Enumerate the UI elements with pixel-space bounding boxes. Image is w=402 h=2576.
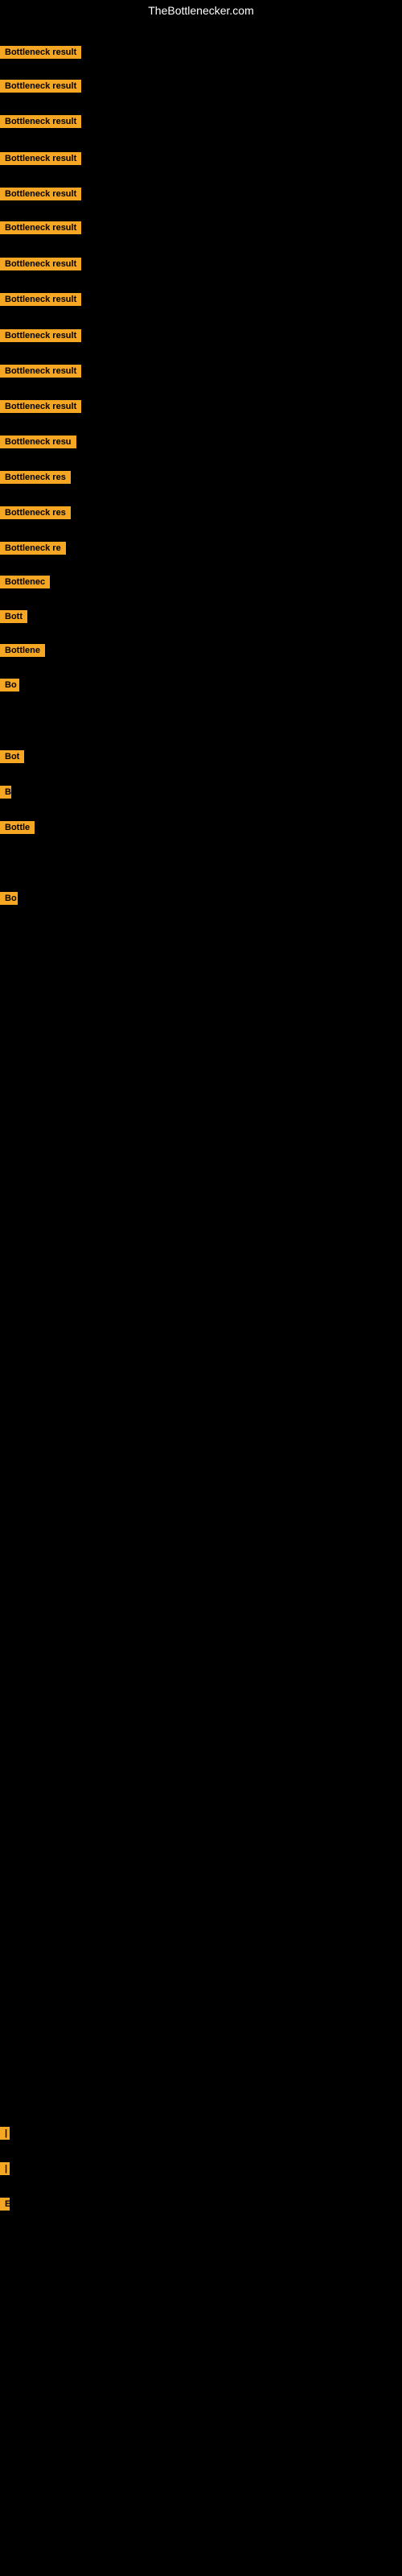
- bottleneck-badge[interactable]: Bo: [0, 679, 19, 691]
- bottleneck-badge[interactable]: Bottleneck result: [0, 152, 81, 165]
- bottleneck-badge-container: Bottleneck re: [0, 542, 66, 559]
- bottleneck-badge[interactable]: Bottleneck result: [0, 221, 81, 234]
- bottleneck-badge-container: Bottleneck res: [0, 471, 71, 488]
- bottleneck-badge-container: Bottleneck result: [0, 80, 81, 97]
- bottleneck-badge-container: Bottlene: [0, 644, 45, 661]
- bottleneck-badge[interactable]: E: [0, 2198, 10, 2211]
- bottleneck-badge[interactable]: Bott: [0, 610, 27, 623]
- bottleneck-badge-container: Bottleneck result: [0, 258, 81, 275]
- bottleneck-badge[interactable]: Bo: [0, 892, 18, 905]
- bottleneck-badge-container: |: [0, 2162, 10, 2179]
- bottleneck-badge-container: Bottle: [0, 821, 35, 838]
- bottleneck-badge[interactable]: Bottleneck result: [0, 46, 81, 59]
- bottleneck-badge-container: Bottleneck result: [0, 293, 81, 310]
- bottleneck-badge[interactable]: Bottleneck re: [0, 542, 66, 555]
- bottleneck-badge[interactable]: Bottleneck result: [0, 80, 81, 93]
- bottleneck-badge-container: Bottlenec: [0, 576, 50, 592]
- site-title: TheBottlenecker.com: [0, 0, 402, 21]
- bottleneck-badge-container: B: [0, 786, 11, 803]
- bottleneck-badge[interactable]: Bottleneck result: [0, 258, 81, 270]
- bottleneck-badge-container: Bottleneck result: [0, 46, 81, 63]
- bottleneck-badge[interactable]: Bottleneck resu: [0, 436, 76, 448]
- bottleneck-badge[interactable]: Bottleneck result: [0, 293, 81, 306]
- bottleneck-badge-container: Bottleneck result: [0, 221, 81, 238]
- bottleneck-badge-container: Bot: [0, 750, 24, 767]
- bottleneck-badge-container: Bottleneck result: [0, 152, 81, 169]
- bottleneck-badge[interactable]: Bottleneck result: [0, 400, 81, 413]
- bottleneck-badge-container: Bo: [0, 679, 19, 696]
- bottleneck-badge[interactable]: Bot: [0, 750, 24, 763]
- bottleneck-badge[interactable]: Bottleneck res: [0, 471, 71, 484]
- bottleneck-badge-container: E: [0, 2198, 10, 2215]
- bottleneck-badge[interactable]: Bottleneck res: [0, 506, 71, 519]
- bottleneck-badge-container: Bottleneck result: [0, 115, 81, 132]
- bottleneck-badge-container: Bottleneck result: [0, 400, 81, 417]
- bottleneck-badge-container: Bo: [0, 892, 18, 909]
- bottleneck-badge[interactable]: |: [0, 2162, 10, 2175]
- bottleneck-badge[interactable]: Bottlene: [0, 644, 45, 657]
- bottleneck-badge-container: Bottleneck result: [0, 188, 81, 204]
- bottleneck-badge[interactable]: |: [0, 2127, 10, 2140]
- bottleneck-badge[interactable]: Bottleneck result: [0, 115, 81, 128]
- bottleneck-badge[interactable]: B: [0, 786, 11, 799]
- bottleneck-badge-container: |: [0, 2127, 10, 2144]
- bottleneck-badge-container: Bott: [0, 610, 27, 627]
- bottleneck-badge[interactable]: Bottleneck result: [0, 329, 81, 342]
- bottleneck-badge-container: Bottleneck res: [0, 506, 71, 523]
- bottleneck-badge-container: Bottleneck resu: [0, 436, 76, 452]
- bottleneck-badge[interactable]: Bottle: [0, 821, 35, 834]
- bottleneck-badge[interactable]: Bottleneck result: [0, 365, 81, 378]
- bottleneck-badge-container: Bottleneck result: [0, 365, 81, 382]
- bottleneck-badge[interactable]: Bottlenec: [0, 576, 50, 588]
- bottleneck-badge-container: Bottleneck result: [0, 329, 81, 346]
- bottleneck-badge[interactable]: Bottleneck result: [0, 188, 81, 200]
